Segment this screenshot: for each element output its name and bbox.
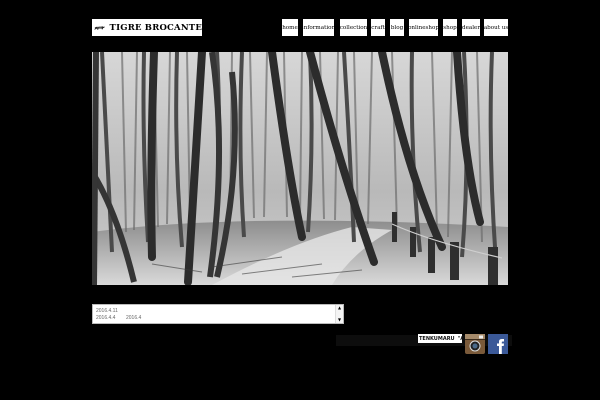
scroll-down-icon[interactable]: ▼: [337, 317, 342, 322]
tenkumaru-text: TENKUMARU: [419, 335, 455, 342]
news-text: 2016.4: [126, 315, 142, 321]
site-logo[interactable]: TIGRE BROCANTE: [92, 19, 202, 36]
facebook-icon[interactable]: [488, 334, 508, 354]
news-scrollbar[interactable]: ▲ ▼: [335, 305, 343, 323]
nav-information[interactable]: information: [302, 19, 335, 36]
news-date: 2016.4.11: [96, 308, 118, 314]
nav-blog[interactable]: blog: [390, 19, 404, 36]
news-item[interactable]: 2016.4.4 2016.4: [96, 315, 141, 321]
nav-craft[interactable]: craft: [371, 19, 385, 36]
nav-home[interactable]: home: [282, 19, 298, 36]
news-date: 2016.4.4: [96, 315, 116, 321]
nav-shop[interactable]: shop: [443, 19, 457, 36]
news-item[interactable]: 2016.4.11: [96, 308, 126, 314]
logo-text: TIGRE BROCANTE: [109, 22, 202, 33]
news-box[interactable]: 2016.4.11 2016.4.4 2016.4 ▲ ▼: [92, 304, 344, 324]
scroll-up-icon[interactable]: ▲: [337, 305, 342, 310]
tiger-logo-icon: [94, 26, 105, 30]
hero-forest-photo: [92, 52, 508, 285]
nav-about-us[interactable]: about us: [484, 19, 508, 36]
nav-dealer[interactable]: dealer: [462, 19, 480, 36]
instagram-icon[interactable]: [465, 334, 485, 354]
nav-collection[interactable]: collection: [340, 19, 367, 36]
tenkumaru-banner[interactable]: TENKUMARU "A": [418, 334, 467, 343]
nav-onlineshop[interactable]: onlineshop: [408, 19, 439, 36]
